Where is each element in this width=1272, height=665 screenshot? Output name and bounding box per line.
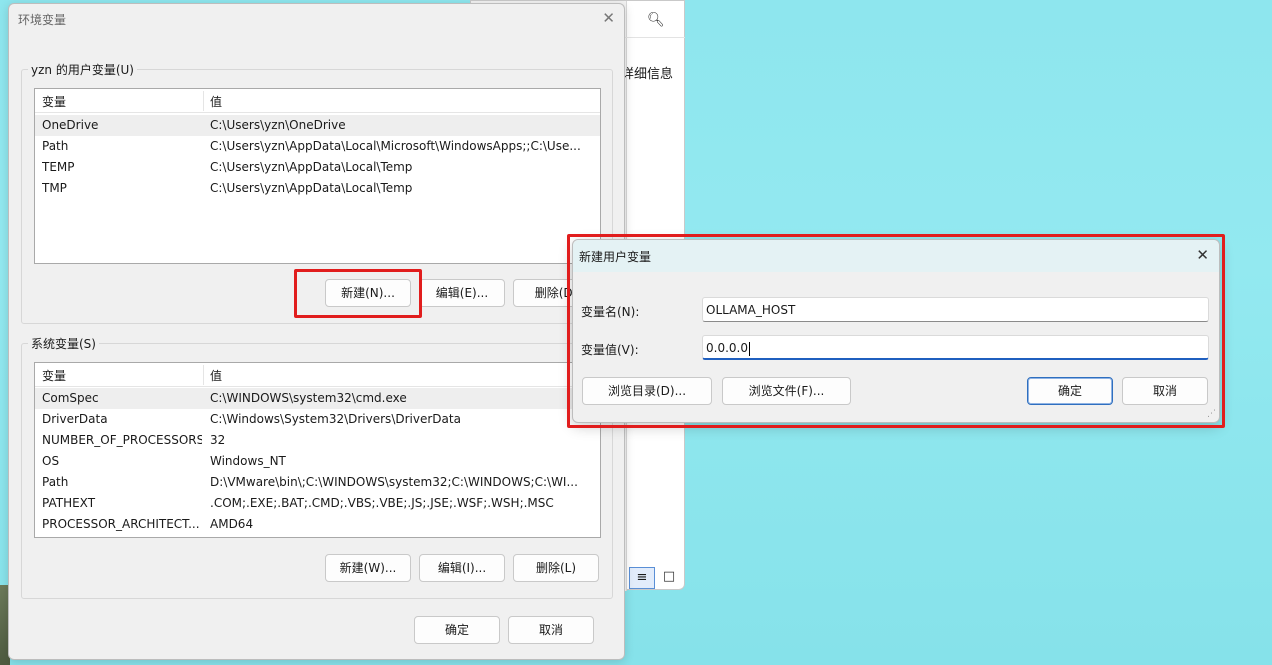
table-row[interactable]: PATHEXT .COM;.EXE;.BAT;.CMD;.VBS;.VBE;.J… bbox=[35, 493, 600, 514]
system-new-button[interactable]: 新建(W)... bbox=[325, 554, 411, 582]
variable-value: 32 bbox=[210, 433, 226, 447]
variable-name: Path bbox=[42, 475, 69, 489]
column-separator[interactable] bbox=[203, 91, 204, 111]
user-variables-label: yzn 的用户变量(U) bbox=[28, 61, 137, 78]
close-icon[interactable]: ✕ bbox=[602, 9, 615, 27]
system-variables-label: 系统变量(S) bbox=[28, 335, 99, 352]
divider bbox=[621, 37, 685, 38]
system-variables-list[interactable]: 变量 值 ComSpec C:\WINDOWS\system32\cmd.exe… bbox=[34, 362, 601, 538]
column-header-value[interactable]: 值 bbox=[210, 93, 222, 110]
table-row[interactable]: ComSpec C:\WINDOWS\system32\cmd.exe bbox=[35, 388, 600, 409]
table-row[interactable]: TMP C:\Users\yzn\AppData\Local\Temp bbox=[35, 178, 600, 199]
variable-name: PATHEXT bbox=[42, 496, 96, 510]
variable-value: C:\Users\yzn\AppData\Local\Temp bbox=[210, 181, 413, 195]
column-header-variable[interactable]: 变量 bbox=[42, 93, 66, 110]
variable-name: OS bbox=[42, 454, 60, 468]
variable-value: D:\VMware\bin\;C:\WINDOWS\system32;C:\WI… bbox=[210, 475, 578, 489]
variable-value: C:\Users\yzn\AppData\Local\Temp bbox=[210, 160, 413, 174]
column-header-variable[interactable]: 变量 bbox=[42, 367, 66, 384]
variable-name: Path bbox=[42, 139, 69, 153]
column-header-value[interactable]: 值 bbox=[210, 367, 222, 384]
variable-name: OneDrive bbox=[42, 118, 99, 132]
variable-value: C:\WINDOWS\system32\cmd.exe bbox=[210, 391, 407, 405]
list-header: 变量 值 bbox=[35, 89, 600, 113]
detail-label[interactable]: 详细信息 bbox=[621, 63, 673, 82]
system-edit-button[interactable]: 编辑(I)... bbox=[419, 554, 505, 582]
variable-value: AMD64 bbox=[210, 517, 254, 531]
user-edit-button[interactable]: 编辑(E)... bbox=[419, 279, 505, 307]
list-header: 变量 值 bbox=[35, 363, 600, 387]
dialog-title: 环境变量 bbox=[18, 13, 67, 27]
table-row[interactable]: Path D:\VMware\bin\;C:\WINDOWS\system32;… bbox=[35, 472, 600, 493]
variable-name: ComSpec bbox=[42, 391, 99, 405]
table-row[interactable]: OS Windows_NT bbox=[35, 451, 600, 472]
column-separator[interactable] bbox=[203, 365, 204, 385]
variable-value: Windows_NT bbox=[210, 454, 286, 468]
search-icon[interactable]: 🔍︎ bbox=[647, 12, 665, 28]
list-view-icon[interactable]: ≡ bbox=[629, 567, 655, 589]
highlight-new-button bbox=[294, 269, 422, 318]
environment-variables-dialog: 环境变量 ✕ yzn 的用户变量(U) 变量 值 OneDrive C:\Use… bbox=[8, 3, 625, 660]
variable-name: PROCESSOR_ARCHITECT... bbox=[42, 517, 200, 531]
table-row[interactable]: PROCESSOR_ARCHITECT... AMD64 bbox=[35, 514, 600, 535]
table-row[interactable]: TEMP C:\Users\yzn\AppData\Local\Temp bbox=[35, 157, 600, 178]
variable-value: .COM;.EXE;.BAT;.CMD;.VBS;.VBE;.JS;.JSE;.… bbox=[210, 496, 554, 510]
variable-name: DriverData bbox=[42, 412, 108, 426]
cancel-button[interactable]: 取消 bbox=[508, 616, 594, 644]
highlight-new-variable-dialog bbox=[567, 234, 1225, 428]
title-bar: 环境变量 ✕ bbox=[9, 4, 624, 34]
table-row[interactable]: NUMBER_OF_PROCESSORS 32 bbox=[35, 430, 600, 451]
variable-name: NUMBER_OF_PROCESSORS bbox=[42, 433, 202, 447]
ok-button[interactable]: 确定 bbox=[414, 616, 500, 644]
table-row[interactable]: DriverData C:\Windows\System32\Drivers\D… bbox=[35, 409, 600, 430]
table-row[interactable]: Path C:\Users\yzn\AppData\Local\Microsof… bbox=[35, 136, 600, 157]
user-variables-list[interactable]: 变量 值 OneDrive C:\Users\yzn\OneDrive Path… bbox=[34, 88, 601, 264]
variable-name: TMP bbox=[42, 181, 67, 195]
table-row[interactable]: OneDrive C:\Users\yzn\OneDrive bbox=[35, 115, 600, 136]
variable-value: C:\Windows\System32\Drivers\DriverData bbox=[210, 412, 461, 426]
system-delete-button[interactable]: 删除(L) bbox=[513, 554, 599, 582]
variable-value: C:\Users\yzn\AppData\Local\Microsoft\Win… bbox=[210, 139, 580, 153]
variable-value: C:\Users\yzn\OneDrive bbox=[210, 118, 346, 132]
tile-view-icon[interactable]: □ bbox=[659, 567, 679, 589]
variable-name: TEMP bbox=[42, 160, 75, 174]
